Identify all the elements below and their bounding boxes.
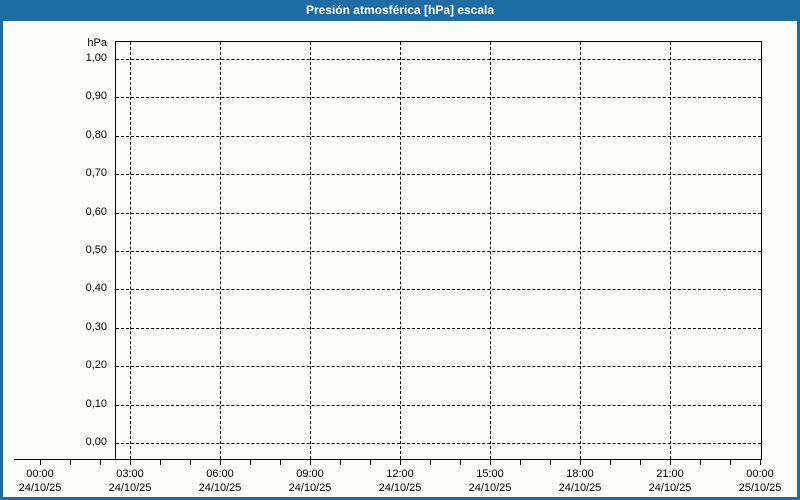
x-tick-date-label: 24/10/25 [18, 482, 62, 494]
x-axis-tick [730, 460, 731, 465]
x-axis-tick [190, 460, 191, 465]
y-tick-label: 0,90 [85, 90, 107, 102]
x-tick-date-label: 24/10/25 [468, 482, 512, 494]
x-axis-tick [640, 460, 641, 465]
x-tick-time-label: 18:00 [566, 468, 594, 480]
x-axis-tick [490, 460, 491, 465]
y-tick-label: 0,80 [85, 129, 107, 141]
x-tick-date-label: 25/10/25 [738, 482, 782, 494]
x-axis-tick [340, 460, 341, 465]
y-tick-label: 0,30 [85, 321, 107, 333]
x-tick-time-label: 12:00 [386, 468, 414, 480]
x-axis-tick [700, 460, 701, 465]
y-axis-unit-label: hPa [87, 37, 107, 49]
x-axis-tick [760, 460, 761, 465]
y-tick-label: 0,60 [85, 206, 107, 218]
window-title: Presión atmosférica [hPa] escala [0, 0, 800, 21]
x-tick-time-label: 00:00 [746, 468, 774, 480]
y-tick-label: 0,00 [85, 436, 107, 448]
x-tick-time-label: 06:00 [206, 468, 234, 480]
x-tick-time-label: 21:00 [656, 468, 684, 480]
x-axis-tick [70, 460, 71, 465]
y-tick-label: 0,70 [85, 167, 107, 179]
y-tick-label: 0,10 [85, 398, 107, 410]
x-tick-date-label: 24/10/25 [108, 482, 152, 494]
x-axis-tick [430, 460, 431, 465]
x-axis-tick [520, 460, 521, 465]
x-axis-tick [100, 460, 101, 465]
x-axis-tick [610, 460, 611, 465]
x-axis-tick [370, 460, 371, 465]
x-axis-tick [40, 460, 41, 465]
x-axis-tick [130, 460, 131, 465]
x-tick-time-label: 00:00 [26, 468, 54, 480]
x-axis-tick [280, 460, 281, 465]
y-tick-label: 0,40 [85, 282, 107, 294]
x-axis-tick [250, 460, 251, 465]
x-tick-date-label: 24/10/25 [378, 482, 422, 494]
plot-area [115, 41, 762, 460]
x-axis-tick [220, 460, 221, 465]
x-axis-tick [160, 460, 161, 465]
x-tick-date-label: 24/10/25 [288, 482, 332, 494]
y-tick-label: 0,50 [85, 244, 107, 256]
x-tick-date-label: 24/10/25 [198, 482, 242, 494]
y-tick-label: 1,00 [85, 52, 107, 64]
x-tick-date-label: 24/10/25 [558, 482, 602, 494]
x-tick-date-label: 24/10/25 [648, 482, 692, 494]
x-axis-tick [670, 460, 671, 465]
chart-window: Presión atmosférica [hPa] escala hPa 1,00… [0, 0, 800, 500]
x-axis-tick [460, 460, 461, 465]
x-tick-time-label: 03:00 [116, 468, 144, 480]
x-axis-tick [550, 460, 551, 465]
x-tick-time-label: 15:00 [476, 468, 504, 480]
x-axis-tick [400, 460, 401, 465]
x-axis-tick [310, 460, 311, 465]
y-tick-label: 0,20 [85, 359, 107, 371]
x-tick-time-label: 09:00 [296, 468, 324, 480]
x-axis-tick [580, 460, 581, 465]
